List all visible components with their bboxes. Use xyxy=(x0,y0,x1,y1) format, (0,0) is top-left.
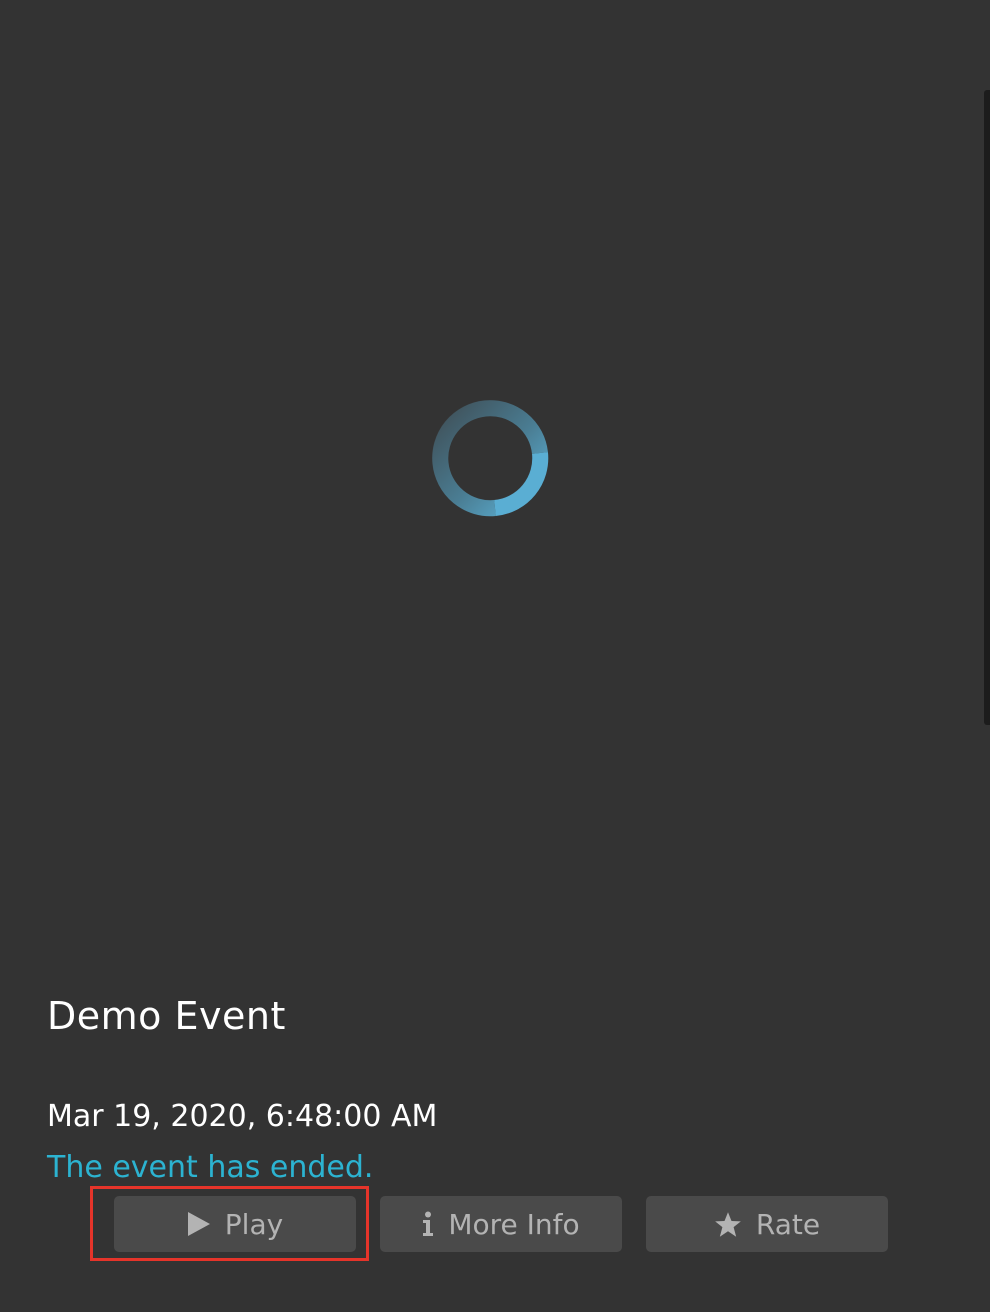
loading-spinner-icon xyxy=(432,400,549,517)
event-player-page: Demo Event Mar 19, 2020, 6:48:00 AM The … xyxy=(0,0,990,1312)
event-datetime: Mar 19, 2020, 6:48:00 AM xyxy=(47,1099,438,1134)
event-title: Demo Event xyxy=(47,994,286,1038)
more-info-button-label: More Info xyxy=(448,1207,580,1241)
info-icon xyxy=(422,1211,434,1237)
play-button-label: Play xyxy=(224,1207,284,1241)
event-status: The event has ended. xyxy=(47,1150,374,1185)
play-icon xyxy=(187,1211,211,1237)
rate-button[interactable]: Rate xyxy=(646,1196,888,1252)
more-info-button[interactable]: More Info xyxy=(380,1196,622,1252)
play-button[interactable]: Play xyxy=(114,1196,356,1252)
star-icon xyxy=(714,1211,742,1238)
rate-button-label: Rate xyxy=(755,1207,821,1241)
scrollbar[interactable] xyxy=(984,90,990,725)
